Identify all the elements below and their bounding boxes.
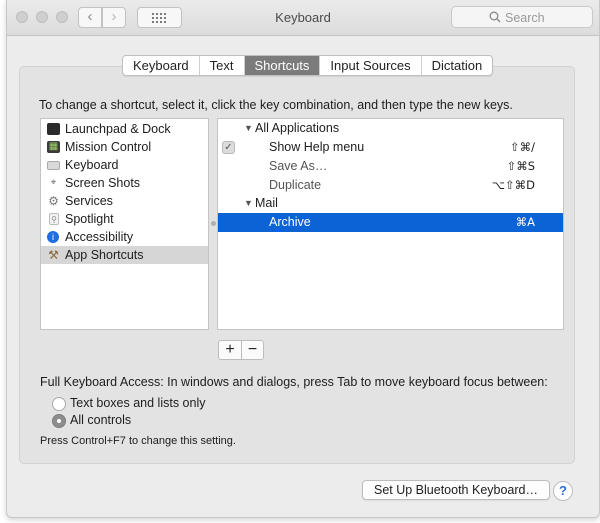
shortcut-label: Show Help menu (269, 140, 365, 154)
tab-keyboard[interactable]: Keyboard (123, 56, 200, 75)
category-keyboard[interactable]: Keyboard (41, 156, 208, 174)
shortcut-keys[interactable]: ⌥⇧⌘D (492, 176, 535, 195)
shortcut-keys[interactable]: ⇧⌘/ (510, 138, 535, 157)
search-icon (489, 11, 501, 23)
group-mail[interactable]: ▼ Mail (218, 194, 563, 213)
category-services[interactable]: ⚙ Services (41, 192, 208, 210)
radio-text-boxes-lists[interactable] (52, 397, 66, 411)
mission-control-icon: ▦ (47, 141, 60, 153)
title-bar: ‹ › Keyboard Search (7, 0, 599, 36)
shortcut-archive[interactable]: Archive ⌘A (218, 213, 563, 232)
shortcut-list[interactable]: ▼ All Applications ✓ Show Help menu ⇧⌘/ … (217, 118, 564, 330)
search-placeholder: Search (505, 11, 545, 25)
add-remove-control: + − (218, 340, 264, 360)
shortcut-keys[interactable]: ⇧⌘S (507, 157, 535, 176)
split-view-handle[interactable] (211, 221, 216, 226)
category-list[interactable]: Launchpad & Dock ▦ Mission Control Keybo… (40, 118, 209, 330)
group-label: All Applications (255, 121, 340, 135)
radio-label-all-controls[interactable]: All controls (70, 413, 131, 427)
keyboard-icon (47, 161, 60, 170)
category-label: Keyboard (65, 158, 119, 172)
enable-checkbox[interactable]: ✓ (222, 141, 235, 154)
question-mark-icon: ? (559, 483, 567, 498)
tab-dictation[interactable]: Dictation (422, 56, 493, 75)
search-field[interactable]: Search (451, 6, 593, 28)
category-label: Screen Shots (65, 176, 141, 190)
category-app-shortcuts[interactable]: ⚒ App Shortcuts (41, 246, 208, 264)
instructions-text: To change a shortcut, select it, click t… (39, 98, 513, 112)
app-shortcuts-icon: ⚒ (48, 248, 59, 262)
shortcut-hint-note: Press Control+F7 to change this setting. (40, 435, 236, 447)
category-screen-shots[interactable]: ⌖ Screen Shots (41, 174, 208, 192)
shortcut-label: Save As… (269, 159, 328, 173)
setup-bluetooth-keyboard-button[interactable]: Set Up Bluetooth Keyboard… (362, 480, 550, 500)
group-label: Mail (255, 196, 278, 210)
remove-shortcut-button[interactable]: − (241, 341, 263, 359)
add-shortcut-button[interactable]: + (219, 341, 241, 359)
category-label: Accessibility (65, 230, 134, 244)
radio-all-controls[interactable] (52, 414, 66, 428)
disclosure-triangle-icon[interactable]: ▼ (244, 194, 253, 213)
category-mission-control[interactable]: ▦ Mission Control (41, 138, 208, 156)
accessibility-icon: i (47, 231, 59, 243)
gear-icon: ⚙ (48, 194, 59, 208)
radio-label-text-boxes[interactable]: Text boxes and lists only (70, 396, 206, 410)
preference-tabs: Keyboard Text Shortcuts Input Sources Di… (122, 55, 494, 76)
shortcut-label: Archive (269, 215, 311, 229)
shortcut-show-help-menu[interactable]: ✓ Show Help menu ⇧⌘/ (218, 138, 563, 157)
camera-icon: ⌖ (50, 177, 57, 188)
category-label: Launchpad & Dock (65, 122, 171, 136)
group-all-applications[interactable]: ▼ All Applications (218, 119, 563, 138)
spotlight-icon: ⚲ (49, 213, 59, 225)
category-spotlight[interactable]: ⚲ Spotlight (41, 210, 208, 228)
shortcut-duplicate[interactable]: Duplicate ⌥⇧⌘D (218, 176, 563, 195)
tab-text[interactable]: Text (200, 56, 245, 75)
tab-shortcuts[interactable]: Shortcuts (244, 56, 321, 75)
help-button[interactable]: ? (553, 481, 573, 501)
category-label: Services (65, 194, 113, 208)
shortcut-keys[interactable]: ⌘A (516, 213, 535, 232)
category-launchpad-dock[interactable]: Launchpad & Dock (41, 120, 208, 138)
shortcut-save-as[interactable]: Save As… ⇧⌘S (218, 157, 563, 176)
shortcut-label: Duplicate (269, 178, 322, 192)
disclosure-triangle-icon[interactable]: ▼ (244, 119, 253, 138)
category-label: Mission Control (65, 140, 152, 154)
category-accessibility[interactable]: i Accessibility (41, 228, 208, 246)
category-label: App Shortcuts (65, 248, 144, 262)
launchpad-dock-icon (47, 123, 60, 135)
tab-input-sources[interactable]: Input Sources (320, 56, 422, 75)
full-keyboard-access-label: Full Keyboard Access: In windows and dia… (40, 375, 548, 389)
category-label: Spotlight (65, 212, 114, 226)
